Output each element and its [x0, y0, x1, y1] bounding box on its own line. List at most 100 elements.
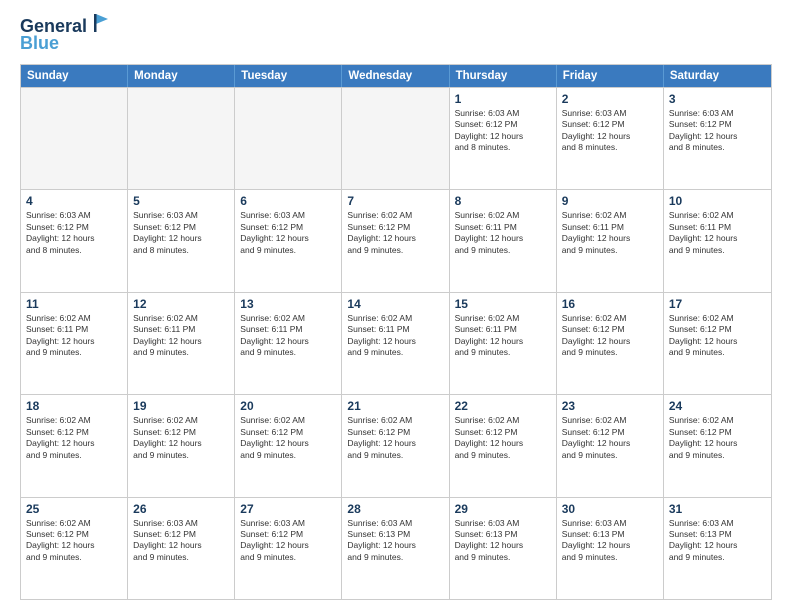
day-number: 30 [562, 502, 658, 516]
day-number: 23 [562, 399, 658, 413]
day-number: 1 [455, 92, 551, 106]
day-number: 3 [669, 92, 766, 106]
day-info: Sunrise: 6:02 AM Sunset: 6:11 PM Dayligh… [26, 313, 122, 359]
weekday-header-saturday: Saturday [664, 65, 771, 87]
day-info: Sunrise: 6:03 AM Sunset: 6:12 PM Dayligh… [455, 108, 551, 154]
day-cell-15: 15Sunrise: 6:02 AM Sunset: 6:11 PM Dayli… [450, 293, 557, 394]
day-info: Sunrise: 6:02 AM Sunset: 6:12 PM Dayligh… [669, 415, 766, 461]
day-number: 8 [455, 194, 551, 208]
day-cell-4: 4 Sunrise: 6:03 AM Sunset: 6:12 PM Daylig… [21, 190, 128, 291]
day-info: Sunrise: 6:03 AM Sunset: 6:12 PM Dayligh… [562, 108, 658, 154]
weekday-header-friday: Friday [557, 65, 664, 87]
day-cell-2: 2Sunrise: 6:03 AM Sunset: 6:12 PM Daylig… [557, 88, 664, 189]
day-info: Sunrise: 6:02 AM Sunset: 6:12 PM Dayligh… [347, 415, 443, 461]
day-cell-30: 30 Sunrise: 6:03 AM Sunset: 6:13 PM Dayli… [557, 498, 664, 599]
empty-cell [128, 88, 235, 189]
day-cell-1: 1 Sunrise: 6:03 AM Sunset: 6:12 PM Daylig… [450, 88, 557, 189]
day-cell-21: 21 Sunrise: 6:02 AM Sunset: 6:12 PM Dayli… [342, 395, 449, 496]
calendar-body: 1 Sunrise: 6:03 AM Sunset: 6:12 PM Daylig… [21, 87, 771, 599]
day-cell-25: 25 Sunrise: 6:02 AM Sunset: 6:12 PM Dayli… [21, 498, 128, 599]
day-info: Sunrise: 6:03 AM Sunset: 6:12 PM Dayligh… [26, 210, 122, 256]
weekday-header-monday: Monday [128, 65, 235, 87]
day-cell-13: 13 Sunrise: 6:02 AM Sunset: 6:11 PM Dayli… [235, 293, 342, 394]
day-info: Sunrise: 6:03 AM Sunset: 6:12 PM Dayligh… [133, 518, 229, 564]
calendar-row-2: 11 Sunrise: 6:02 AM Sunset: 6:11 PM Dayli… [21, 292, 771, 394]
day-number: 24 [669, 399, 766, 413]
day-cell-19: 19Sunrise: 6:02 AM Sunset: 6:12 PM Dayli… [128, 395, 235, 496]
day-number: 29 [455, 502, 551, 516]
calendar: SundayMondayTuesdayWednesdayThursdayFrid… [20, 64, 772, 600]
calendar-row-3: 18 Sunrise: 6:02 AM Sunset: 6:12 PM Dayli… [21, 394, 771, 496]
day-cell-8: 8 Sunrise: 6:02 AM Sunset: 6:11 PM Daylig… [450, 190, 557, 291]
day-number: 17 [669, 297, 766, 311]
day-info: Sunrise: 6:02 AM Sunset: 6:11 PM Dayligh… [240, 313, 336, 359]
day-number: 16 [562, 297, 658, 311]
day-number: 28 [347, 502, 443, 516]
day-number: 14 [347, 297, 443, 311]
calendar-header: SundayMondayTuesdayWednesdayThursdayFrid… [21, 65, 771, 87]
day-number: 25 [26, 502, 122, 516]
day-cell-28: 28 Sunrise: 6:03 AM Sunset: 6:13 PM Dayli… [342, 498, 449, 599]
day-cell-27: 27Sunrise: 6:03 AM Sunset: 6:12 PM Dayli… [235, 498, 342, 599]
calendar-row-1: 4 Sunrise: 6:03 AM Sunset: 6:12 PM Daylig… [21, 189, 771, 291]
day-number: 27 [240, 502, 336, 516]
day-info: Sunrise: 6:02 AM Sunset: 6:12 PM Dayligh… [26, 518, 122, 564]
day-info: Sunrise: 6:03 AM Sunset: 6:13 PM Dayligh… [669, 518, 766, 564]
day-cell-11: 11 Sunrise: 6:02 AM Sunset: 6:11 PM Dayli… [21, 293, 128, 394]
day-info: Sunrise: 6:02 AM Sunset: 6:12 PM Dayligh… [562, 313, 658, 359]
empty-cell [235, 88, 342, 189]
day-cell-17: 17 Sunrise: 6:02 AM Sunset: 6:12 PM Dayli… [664, 293, 771, 394]
day-number: 18 [26, 399, 122, 413]
day-info: Sunrise: 6:02 AM Sunset: 6:11 PM Dayligh… [347, 313, 443, 359]
day-info: Sunrise: 6:02 AM Sunset: 6:12 PM Dayligh… [26, 415, 122, 461]
day-cell-14: 14 Sunrise: 6:02 AM Sunset: 6:11 PM Dayli… [342, 293, 449, 394]
day-number: 21 [347, 399, 443, 413]
day-cell-20: 20Sunrise: 6:02 AM Sunset: 6:12 PM Dayli… [235, 395, 342, 496]
day-number: 15 [455, 297, 551, 311]
day-info: Sunrise: 6:03 AM Sunset: 6:12 PM Dayligh… [133, 210, 229, 256]
day-cell-9: 9Sunrise: 6:02 AM Sunset: 6:11 PM Daylig… [557, 190, 664, 291]
day-info: Sunrise: 6:02 AM Sunset: 6:12 PM Dayligh… [562, 415, 658, 461]
weekday-header-sunday: Sunday [21, 65, 128, 87]
day-info: Sunrise: 6:02 AM Sunset: 6:11 PM Dayligh… [455, 210, 551, 256]
day-number: 6 [240, 194, 336, 208]
weekday-header-thursday: Thursday [450, 65, 557, 87]
day-number: 10 [669, 194, 766, 208]
day-cell-10: 10 Sunrise: 6:02 AM Sunset: 6:11 PM Dayli… [664, 190, 771, 291]
day-info: Sunrise: 6:02 AM Sunset: 6:12 PM Dayligh… [669, 313, 766, 359]
day-cell-12: 12Sunrise: 6:02 AM Sunset: 6:11 PM Dayli… [128, 293, 235, 394]
day-cell-22: 22Sunrise: 6:02 AM Sunset: 6:12 PM Dayli… [450, 395, 557, 496]
day-cell-3: 3 Sunrise: 6:03 AM Sunset: 6:12 PM Daylig… [664, 88, 771, 189]
weekday-header-tuesday: Tuesday [235, 65, 342, 87]
header: General Blue [20, 16, 772, 54]
empty-cell [342, 88, 449, 189]
day-info: Sunrise: 6:03 AM Sunset: 6:13 PM Dayligh… [455, 518, 551, 564]
calendar-row-4: 25 Sunrise: 6:02 AM Sunset: 6:12 PM Dayli… [21, 497, 771, 599]
day-cell-7: 7Sunrise: 6:02 AM Sunset: 6:12 PM Daylig… [342, 190, 449, 291]
day-number: 22 [455, 399, 551, 413]
logo-flag-icon [94, 14, 108, 32]
day-number: 31 [669, 502, 766, 516]
day-cell-16: 16 Sunrise: 6:02 AM Sunset: 6:12 PM Dayli… [557, 293, 664, 394]
calendar-row-0: 1 Sunrise: 6:03 AM Sunset: 6:12 PM Daylig… [21, 87, 771, 189]
day-number: 4 [26, 194, 122, 208]
day-info: Sunrise: 6:03 AM Sunset: 6:12 PM Dayligh… [669, 108, 766, 154]
day-number: 13 [240, 297, 336, 311]
day-info: Sunrise: 6:03 AM Sunset: 6:13 PM Dayligh… [562, 518, 658, 564]
day-info: Sunrise: 6:03 AM Sunset: 6:13 PM Dayligh… [347, 518, 443, 564]
day-cell-24: 24 Sunrise: 6:02 AM Sunset: 6:12 PM Dayli… [664, 395, 771, 496]
day-cell-26: 26Sunrise: 6:03 AM Sunset: 6:12 PM Dayli… [128, 498, 235, 599]
day-cell-29: 29 Sunrise: 6:03 AM Sunset: 6:13 PM Dayli… [450, 498, 557, 599]
day-info: Sunrise: 6:02 AM Sunset: 6:11 PM Dayligh… [133, 313, 229, 359]
weekday-header-wednesday: Wednesday [342, 65, 449, 87]
day-number: 9 [562, 194, 658, 208]
day-info: Sunrise: 6:02 AM Sunset: 6:12 PM Dayligh… [347, 210, 443, 256]
day-cell-31: 31 Sunrise: 6:03 AM Sunset: 6:13 PM Dayli… [664, 498, 771, 599]
day-info: Sunrise: 6:02 AM Sunset: 6:11 PM Dayligh… [669, 210, 766, 256]
logo: General Blue [20, 16, 108, 54]
day-number: 20 [240, 399, 336, 413]
day-number: 5 [133, 194, 229, 208]
day-cell-5: 5 Sunrise: 6:03 AM Sunset: 6:12 PM Daylig… [128, 190, 235, 291]
day-number: 11 [26, 297, 122, 311]
day-info: Sunrise: 6:03 AM Sunset: 6:12 PM Dayligh… [240, 210, 336, 256]
